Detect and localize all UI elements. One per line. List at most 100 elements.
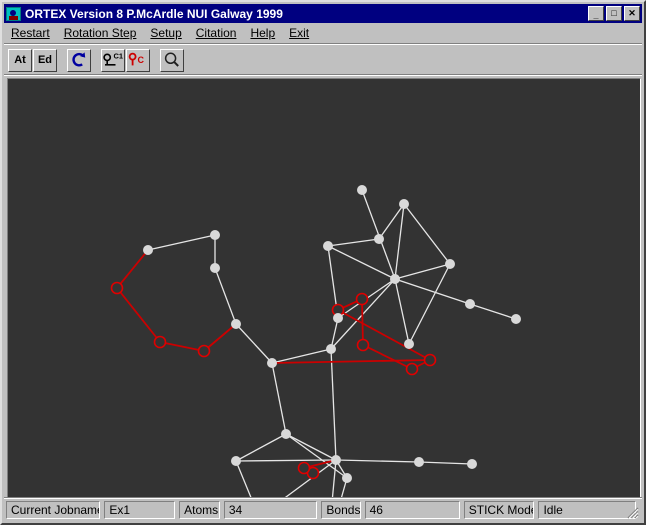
close-icon: ✕ (628, 8, 636, 18)
toolbar-gap-3 (151, 60, 160, 61)
title-bar: ORTEX Version 8 P.McArdle NUI Galway 199… (4, 4, 642, 23)
atom-carbon[interactable] (404, 339, 414, 349)
bond (271, 348, 332, 364)
status-bar: Current Jobname Ex1 Atoms 34 Bonds 46 ST… (4, 499, 642, 521)
atom-carbon[interactable] (281, 429, 291, 439)
atom-oxygen[interactable] (405, 362, 419, 376)
atom-carbon[interactable] (467, 459, 477, 469)
menu-item-exit-label: Exit (289, 26, 310, 40)
menu-divider (4, 43, 642, 45)
atom-carbon[interactable] (333, 313, 343, 323)
bond (327, 238, 380, 247)
menu-item-restart[interactable]: Restart (4, 25, 57, 41)
atom-carbon[interactable] (414, 457, 424, 467)
bond (235, 323, 273, 364)
rotate-button[interactable] (67, 48, 91, 72)
menu-item-restart-label: Restart (11, 26, 50, 40)
bond (159, 341, 205, 352)
bond (337, 309, 431, 361)
bond (235, 460, 252, 497)
bond (418, 461, 473, 465)
jobname-value: Ex1 (104, 501, 176, 519)
menu-item-rotation-step[interactable]: Rotation Step (57, 25, 144, 41)
atom-carbon[interactable] (331, 455, 341, 465)
toolbar: At Ed C1 C (4, 46, 642, 74)
bonds-value: 46 (364, 501, 460, 519)
maximize-button[interactable]: □ (606, 6, 622, 21)
toolbar-gap-1 (58, 60, 67, 61)
atom-oxygen[interactable] (153, 335, 167, 349)
text-at-icon: At (14, 53, 26, 66)
bond (362, 344, 413, 370)
rotate-arrow-icon (72, 52, 86, 67)
bond (214, 267, 237, 325)
bond (116, 287, 161, 343)
app-icon (6, 6, 21, 21)
atom-oxygen[interactable] (197, 344, 211, 358)
atom-carbon[interactable] (357, 185, 367, 195)
ortex-window: ORTEX Version 8 P.McArdle NUI Galway 199… (0, 0, 646, 525)
toolbar-divider (4, 74, 642, 76)
atom-carbon[interactable] (143, 245, 153, 255)
molecule-canvas[interactable] (7, 78, 641, 498)
atom-carbon[interactable] (267, 358, 277, 368)
bond (284, 459, 337, 497)
atom-carbon[interactable] (210, 263, 220, 273)
menu-item-exit[interactable]: Exit (282, 25, 316, 41)
atom-carbon[interactable] (374, 234, 384, 244)
atom-carbon[interactable] (465, 299, 475, 309)
atoms-button[interactable]: At (8, 48, 32, 72)
magnifier-icon (164, 52, 179, 67)
svg-text:C1: C1 (114, 52, 124, 61)
window-title: ORTEX Version 8 P.McArdle NUI Galway 199… (25, 6, 283, 21)
bond (394, 278, 471, 305)
edit-button[interactable]: Ed (33, 48, 57, 72)
atom-carbon[interactable] (399, 199, 409, 209)
menu-bar: Restart Rotation Step Setup Citation Hel… (4, 24, 642, 42)
zoom-button[interactable] (160, 48, 184, 72)
menu-item-setup-label: Setup (150, 26, 182, 40)
minimize-button[interactable]: _ (588, 6, 604, 21)
menu-item-help-label: Help (250, 26, 276, 40)
atoms-label: Atoms (179, 501, 220, 519)
atom-oxygen[interactable] (423, 353, 437, 367)
atom-oxygen[interactable] (356, 338, 370, 352)
bond (408, 263, 451, 345)
label-query-button[interactable]: C (126, 48, 150, 72)
jobname-label: Current Jobname (6, 501, 101, 519)
minimize-icon: _ (593, 10, 599, 20)
bond (271, 362, 287, 435)
atom-oxygen[interactable] (110, 281, 124, 295)
menu-item-help[interactable]: Help (243, 25, 282, 41)
menu-item-rotation-step-label: Rotation Step (63, 26, 137, 40)
menu-item-citation[interactable]: Citation (189, 25, 244, 41)
bond (116, 249, 149, 289)
bond-layer (116, 189, 517, 497)
bond (335, 459, 420, 463)
bond (469, 303, 517, 320)
atom-carbon[interactable] (511, 314, 521, 324)
atom-oxygen[interactable] (297, 461, 311, 475)
atom-carbon[interactable] (445, 259, 455, 269)
label-carbon-button[interactable]: C1 (101, 48, 125, 72)
bond (235, 433, 287, 462)
atom-carbon[interactable] (390, 274, 400, 284)
close-button[interactable]: ✕ (624, 6, 640, 21)
mode-value: STICK Mode (463, 501, 535, 519)
atom-carbon[interactable] (210, 230, 220, 240)
atom-carbon[interactable] (342, 473, 352, 483)
atom-carbon[interactable] (326, 344, 336, 354)
bond (361, 298, 364, 346)
menu-item-setup[interactable]: Setup (143, 25, 188, 41)
maximize-icon: □ (611, 8, 617, 18)
atom-carbon[interactable] (231, 319, 241, 329)
bond (394, 278, 410, 345)
bond (235, 459, 337, 462)
toolbar-gap-2 (92, 60, 101, 61)
bond (330, 348, 337, 461)
atom-carbon[interactable] (323, 241, 333, 251)
molecule-drawing (110, 185, 521, 497)
atom-oxygen[interactable] (355, 292, 369, 306)
atom-carbon[interactable] (231, 456, 241, 466)
resize-grip-icon[interactable] (625, 505, 639, 519)
